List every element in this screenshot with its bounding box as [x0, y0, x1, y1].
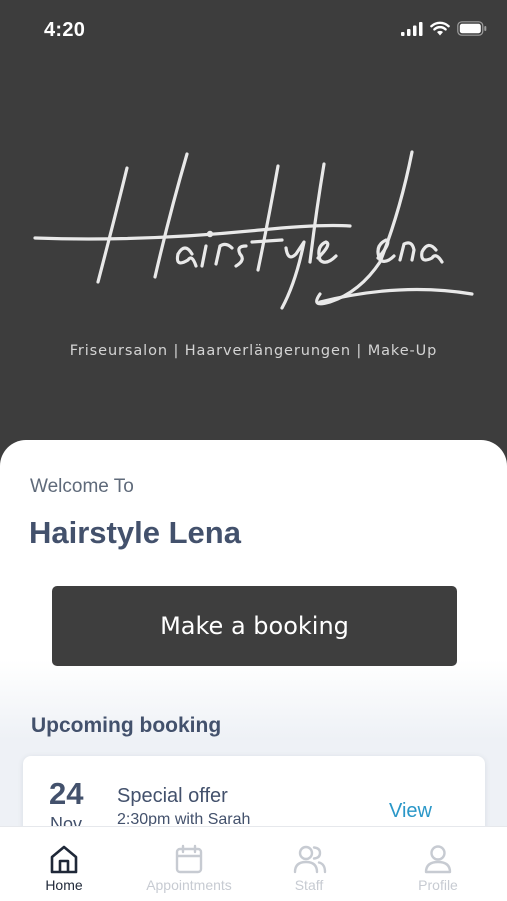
upcoming-booking-heading: Upcoming booking	[31, 714, 222, 737]
tab-home[interactable]: Home	[1, 827, 127, 901]
tab-staff[interactable]: Staff	[246, 827, 372, 901]
logo-text: Hairstyle Lena	[0, 62, 1, 63]
signal-icon	[401, 21, 423, 41]
salon-tagline: Friseursalon | Haarverlängerungen | Make…	[69, 343, 438, 359]
salon-name-title: Hairstyle Lena	[29, 515, 241, 550]
calendar-icon	[173, 843, 205, 875]
make-booking-button[interactable]: Make a booking	[52, 586, 457, 666]
status-bar: 4:20	[0, 0, 507, 62]
staff-icon	[293, 843, 327, 875]
booking-day: 24	[49, 776, 84, 811]
tab-appointments[interactable]: Appointments	[126, 827, 252, 901]
status-time: 4:20	[44, 19, 86, 41]
tab-profile-label: Profile	[418, 877, 458, 893]
view-booking-link[interactable]: View	[389, 800, 432, 823]
wifi-icon	[430, 21, 450, 41]
tab-home-label: Home	[45, 877, 83, 893]
tab-appointments-label: Appointments	[146, 877, 232, 893]
battery-icon	[457, 21, 487, 41]
welcome-label: Welcome To	[30, 476, 134, 497]
tab-staff-label: Staff	[294, 877, 324, 893]
hairstyle-lena-logo	[33, 150, 474, 310]
bottom-tab-bar: Home Appointments Staff Profile	[0, 826, 507, 901]
tab-profile[interactable]: Profile	[375, 827, 501, 901]
status-icons	[401, 21, 487, 41]
hero-banner: Hairstyle Lena	[0, 62, 507, 442]
profile-icon	[422, 843, 454, 875]
booking-title: Special offer	[117, 785, 228, 807]
home-icon	[48, 843, 80, 875]
